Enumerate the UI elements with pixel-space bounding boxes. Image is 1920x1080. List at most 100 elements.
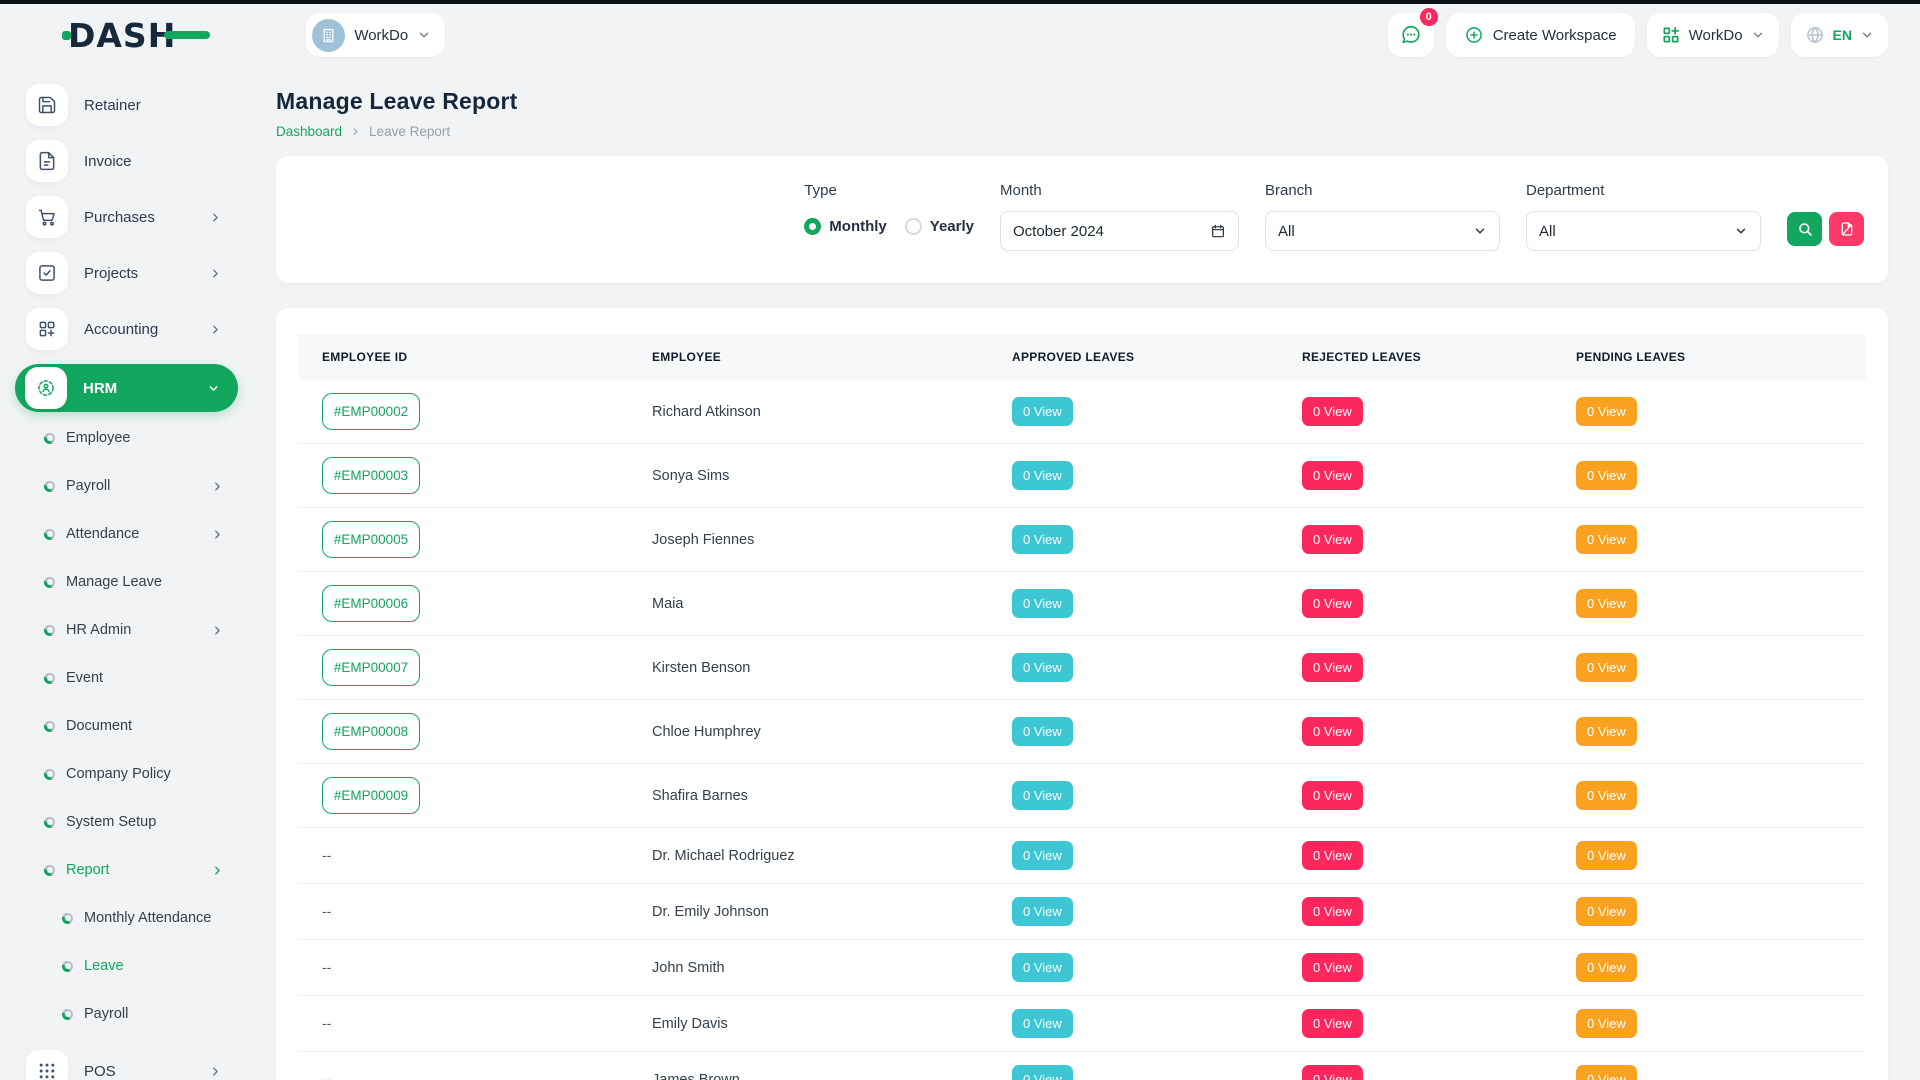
employee-id-badge[interactable]: #EMP00008	[322, 713, 420, 750]
rejected-leaves-view-button[interactable]: 0 View	[1302, 653, 1363, 682]
sidebar-item-label: Company Policy	[66, 766, 171, 782]
breadcrumb-dashboard-link[interactable]: Dashboard	[276, 124, 342, 139]
pending-leaves-view-button[interactable]: 0 View	[1576, 1009, 1637, 1038]
employee-name: Kirsten Benson	[652, 660, 750, 676]
pending-leaves-view-button[interactable]: 0 View	[1576, 841, 1637, 870]
sidebar-item-payroll[interactable]: Payroll	[44, 474, 242, 498]
reset-filter-button[interactable]	[1829, 212, 1864, 246]
pending-leaves-view-button[interactable]: 0 View	[1576, 1065, 1637, 1080]
employee-id-badge[interactable]: #EMP00006	[322, 585, 420, 622]
sidebar-item-attendance[interactable]: Attendance	[44, 522, 242, 546]
rejected-leaves-view-button[interactable]: 0 View	[1302, 1065, 1363, 1080]
workspace-selector[interactable]: WorkDo	[306, 13, 445, 57]
sidebar-item-company-policy[interactable]: Company Policy	[44, 762, 242, 786]
employee-id-badge[interactable]: #EMP00007	[322, 649, 420, 686]
sidebar-item-hrm[interactable]: HRM	[15, 364, 238, 412]
employee-id-badge[interactable]: #EMP00009	[322, 777, 420, 814]
month-label: Month	[1000, 182, 1239, 199]
sidebar-item-accounting[interactable]: Accounting	[26, 308, 240, 350]
branch-select[interactable]: All	[1265, 211, 1500, 251]
approved-leaves-view-button[interactable]: 0 View	[1012, 841, 1073, 870]
sidebar-item-hr-admin[interactable]: HR Admin	[44, 618, 242, 642]
chevron-right-icon	[209, 211, 222, 224]
table-row: #EMP00007 Kirsten Benson 0 View 0 View 0 Vie…	[298, 636, 1866, 700]
pending-leaves-view-button[interactable]: 0 View	[1576, 525, 1637, 554]
pending-leaves-view-button[interactable]: 0 View	[1576, 397, 1637, 426]
sidebar-item-payroll[interactable]: Payroll	[62, 1002, 242, 1026]
chevron-right-icon	[209, 267, 222, 280]
approved-leaves-view-button[interactable]: 0 View	[1012, 397, 1073, 426]
approved-leaves-view-button[interactable]: 0 View	[1012, 953, 1073, 982]
sidebar-item-event[interactable]: Event	[44, 666, 242, 690]
approved-leaves-view-button[interactable]: 0 View	[1012, 717, 1073, 746]
rejected-leaves-view-button[interactable]: 0 View	[1302, 461, 1363, 490]
workspace-switcher[interactable]: WorkDo	[1647, 13, 1779, 57]
search-button[interactable]	[1787, 212, 1822, 246]
sidebar-item-pos[interactable]: POS	[26, 1050, 240, 1080]
rejected-leaves-view-button[interactable]: 0 View	[1302, 397, 1363, 426]
month-input[interactable]: October 2024	[1000, 211, 1239, 251]
rejected-leaves-view-button[interactable]: 0 View	[1302, 953, 1363, 982]
breadcrumb-current: Leave Report	[369, 124, 450, 139]
sidebar-item-invoice[interactable]: Invoice	[26, 140, 240, 182]
leave-table-body: #EMP00002Richard Atkinson0 View0 View0 V…	[298, 380, 1866, 1080]
sidebar-item-label: POS	[84, 1063, 116, 1080]
sidebar-item-manage-leave[interactable]: Manage Leave	[44, 570, 242, 594]
messages-button[interactable]: 0	[1388, 13, 1434, 57]
approved-leaves-view-button[interactable]: 0 View	[1012, 1009, 1073, 1038]
sidebar-item-document[interactable]: Document	[44, 714, 242, 738]
approved-leaves-view-button[interactable]: 0 View	[1012, 589, 1073, 618]
approved-leaves-view-button[interactable]: 0 View	[1012, 897, 1073, 926]
sidebar-item-leave[interactable]: Leave	[62, 954, 242, 978]
dot-icon	[44, 865, 55, 876]
column-header-employee-id: EMPLOYEE ID	[298, 334, 628, 380]
rejected-leaves-view-button[interactable]: 0 View	[1302, 1009, 1363, 1038]
month-value: October 2024	[1013, 223, 1210, 240]
sidebar-item-report[interactable]: Report	[44, 858, 242, 882]
employee-id-badge[interactable]: #EMP00003	[322, 457, 420, 494]
approved-leaves-view-button[interactable]: 0 View	[1012, 653, 1073, 682]
rejected-leaves-view-button[interactable]: 0 View	[1302, 589, 1363, 618]
radio-yearly[interactable]: Yearly	[905, 218, 974, 235]
department-select[interactable]: All	[1526, 211, 1761, 251]
radio-monthly[interactable]: Monthly	[804, 218, 887, 235]
sidebar-item-label: Retainer	[84, 97, 141, 114]
create-workspace-button[interactable]: Create Workspace	[1446, 13, 1635, 57]
rejected-leaves-view-button[interactable]: 0 View	[1302, 897, 1363, 926]
rejected-leaves-view-button[interactable]: 0 View	[1302, 717, 1363, 746]
employee-id-badge[interactable]: #EMP00005	[322, 521, 420, 558]
language-selector[interactable]: EN	[1791, 13, 1888, 57]
pending-leaves-view-button[interactable]: 0 View	[1576, 953, 1637, 982]
sidebar-item-monthly-attendance[interactable]: Monthly Attendance	[62, 906, 242, 930]
type-radio-group: Monthly Yearly	[804, 206, 974, 246]
topbar-actions: 0 Create Workspace WorkDo EN	[1388, 13, 1888, 57]
reset-icon	[1839, 221, 1855, 237]
pending-leaves-view-button[interactable]: 0 View	[1576, 781, 1637, 810]
dash-logo[interactable]: DASH	[62, 16, 210, 55]
sidebar-item-label: Manage Leave	[66, 574, 162, 590]
sidebar-item-retainer[interactable]: Retainer	[26, 84, 240, 126]
approved-leaves-view-button[interactable]: 0 View	[1012, 525, 1073, 554]
approved-leaves-view-button[interactable]: 0 View	[1012, 781, 1073, 810]
pending-leaves-view-button[interactable]: 0 View	[1576, 461, 1637, 490]
sidebar-item-system-setup[interactable]: System Setup	[44, 810, 242, 834]
dot-icon	[44, 817, 55, 828]
pending-leaves-view-button[interactable]: 0 View	[1576, 653, 1637, 682]
pending-leaves-view-button[interactable]: 0 View	[1576, 897, 1637, 926]
rejected-leaves-view-button[interactable]: 0 View	[1302, 781, 1363, 810]
rejected-leaves-view-button[interactable]: 0 View	[1302, 841, 1363, 870]
approved-leaves-view-button[interactable]: 0 View	[1012, 461, 1073, 490]
pending-leaves-view-button[interactable]: 0 View	[1576, 717, 1637, 746]
sidebar-item-purchases[interactable]: Purchases	[26, 196, 240, 238]
table-row: --Dr. Emily Johnson0 View0 View0 View	[298, 884, 1866, 940]
chevron-right-icon	[211, 528, 224, 541]
rejected-leaves-view-button[interactable]: 0 View	[1302, 525, 1363, 554]
sidebar-item-employee[interactable]: Employee	[44, 426, 242, 450]
chevron-right-icon	[350, 126, 361, 137]
chevron-right-icon	[211, 864, 224, 877]
approved-leaves-view-button[interactable]: 0 View	[1012, 1065, 1073, 1080]
pending-leaves-view-button[interactable]: 0 View	[1576, 589, 1637, 618]
sidebar-item-projects[interactable]: Projects	[26, 252, 240, 294]
page-title: Manage Leave Report	[276, 88, 1888, 115]
employee-id-badge[interactable]: #EMP00002	[322, 393, 420, 430]
